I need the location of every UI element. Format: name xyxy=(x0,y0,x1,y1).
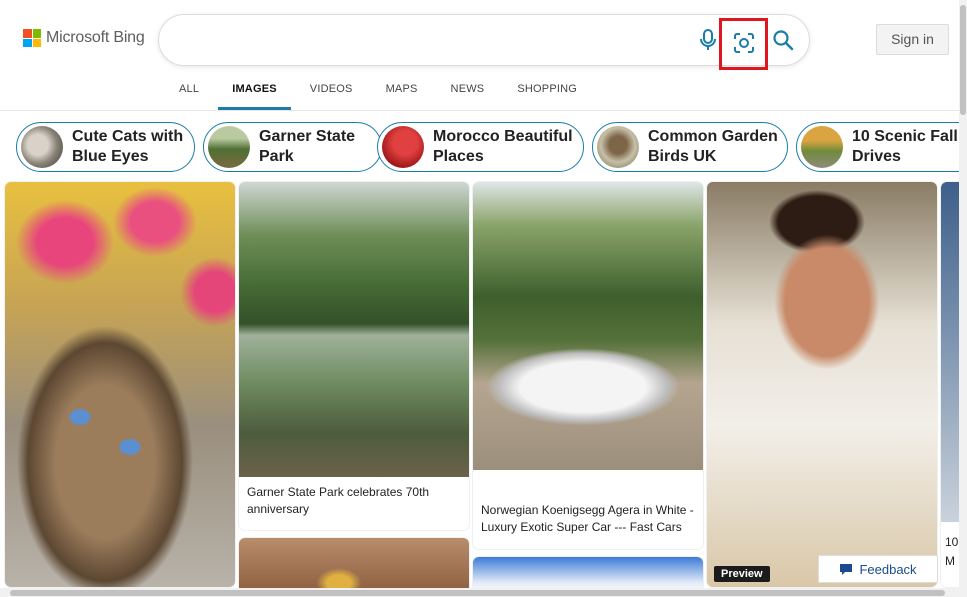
visual-search-icon xyxy=(734,33,754,53)
search-icon[interactable] xyxy=(771,28,795,52)
scrollbar-thumb[interactable] xyxy=(960,5,966,115)
pill-label: Cute Cats with Blue Eyes xyxy=(72,128,184,165)
feedback-icon xyxy=(840,563,853,575)
result-image xyxy=(239,538,469,593)
pill-label: Garner State Park xyxy=(259,128,356,165)
kitten-image xyxy=(5,182,235,587)
partial-caption: 10 M xyxy=(945,535,959,568)
tab-all[interactable]: ALL xyxy=(165,80,213,110)
image-result-garner-park[interactable]: Garner State Park celebrates 70th annive… xyxy=(239,182,469,530)
sign-in-button[interactable]: Sign in xyxy=(876,24,949,55)
vertical-tabs: ALL IMAGES VIDEOS MAPS NEWS SHOPPING xyxy=(165,80,596,110)
fall-drive-thumbnail xyxy=(801,126,843,168)
search-input[interactable] xyxy=(179,27,679,53)
feedback-label: Feedback xyxy=(859,561,917,577)
brand-name: Microsoft Bing xyxy=(46,29,145,46)
bird-thumbnail xyxy=(597,126,639,168)
microphone-icon[interactable] xyxy=(699,28,717,52)
related-pill[interactable]: Morocco Beautiful Places xyxy=(377,122,584,172)
search-box xyxy=(159,15,809,70)
result-caption: Norwegian Koenigsegg Agera in White - Lu… xyxy=(481,503,694,534)
scrollbar-thumb[interactable] xyxy=(10,590,945,596)
header-divider xyxy=(0,110,967,111)
tab-images[interactable]: IMAGES xyxy=(218,80,291,110)
park-thumbnail xyxy=(208,126,250,168)
river-image xyxy=(239,182,469,477)
bing-logo[interactable]: Microsoft Bing xyxy=(23,29,145,47)
tab-maps[interactable]: MAPS xyxy=(372,80,432,110)
tab-shopping[interactable]: SHOPPING xyxy=(503,80,591,110)
feedback-button[interactable]: Feedback xyxy=(818,555,938,583)
vertical-scrollbar[interactable] xyxy=(959,0,967,597)
visual-search-button[interactable] xyxy=(719,18,768,70)
cat-thumbnail xyxy=(21,126,63,168)
related-searches: Cute Cats with Blue Eyes Garner State Pa… xyxy=(16,122,967,172)
image-result-koenigsegg[interactable]: Norwegian Koenigsegg Agera in White - Lu… xyxy=(473,182,703,549)
tab-videos[interactable]: VIDEOS xyxy=(296,80,367,110)
related-pill[interactable]: Common Garden Birds UK xyxy=(592,122,788,172)
image-result-cat[interactable] xyxy=(5,182,235,587)
microsoft-logo-icon xyxy=(23,29,41,47)
related-pill[interactable]: Garner State Park xyxy=(203,122,382,172)
morocco-thumbnail xyxy=(382,126,424,168)
pill-label: Morocco Beautiful Places xyxy=(433,128,573,165)
pill-label: Common Garden Birds UK xyxy=(648,128,778,165)
tab-news[interactable]: NEWS xyxy=(437,80,499,110)
related-pill[interactable]: 10 Scenic Fall Drives xyxy=(796,122,967,172)
result-caption: Garner State Park celebrates 70th annive… xyxy=(247,485,430,516)
car-image xyxy=(473,182,703,470)
related-pill[interactable]: Cute Cats with Blue Eyes xyxy=(16,122,195,172)
image-result-woman[interactable] xyxy=(707,182,937,587)
woman-image xyxy=(707,182,937,587)
image-result-next[interactable] xyxy=(239,538,469,593)
pill-label: 10 Scenic Fall Drives xyxy=(852,128,958,165)
preview-badge: Preview xyxy=(714,566,770,582)
horizontal-scrollbar[interactable] xyxy=(0,588,967,597)
